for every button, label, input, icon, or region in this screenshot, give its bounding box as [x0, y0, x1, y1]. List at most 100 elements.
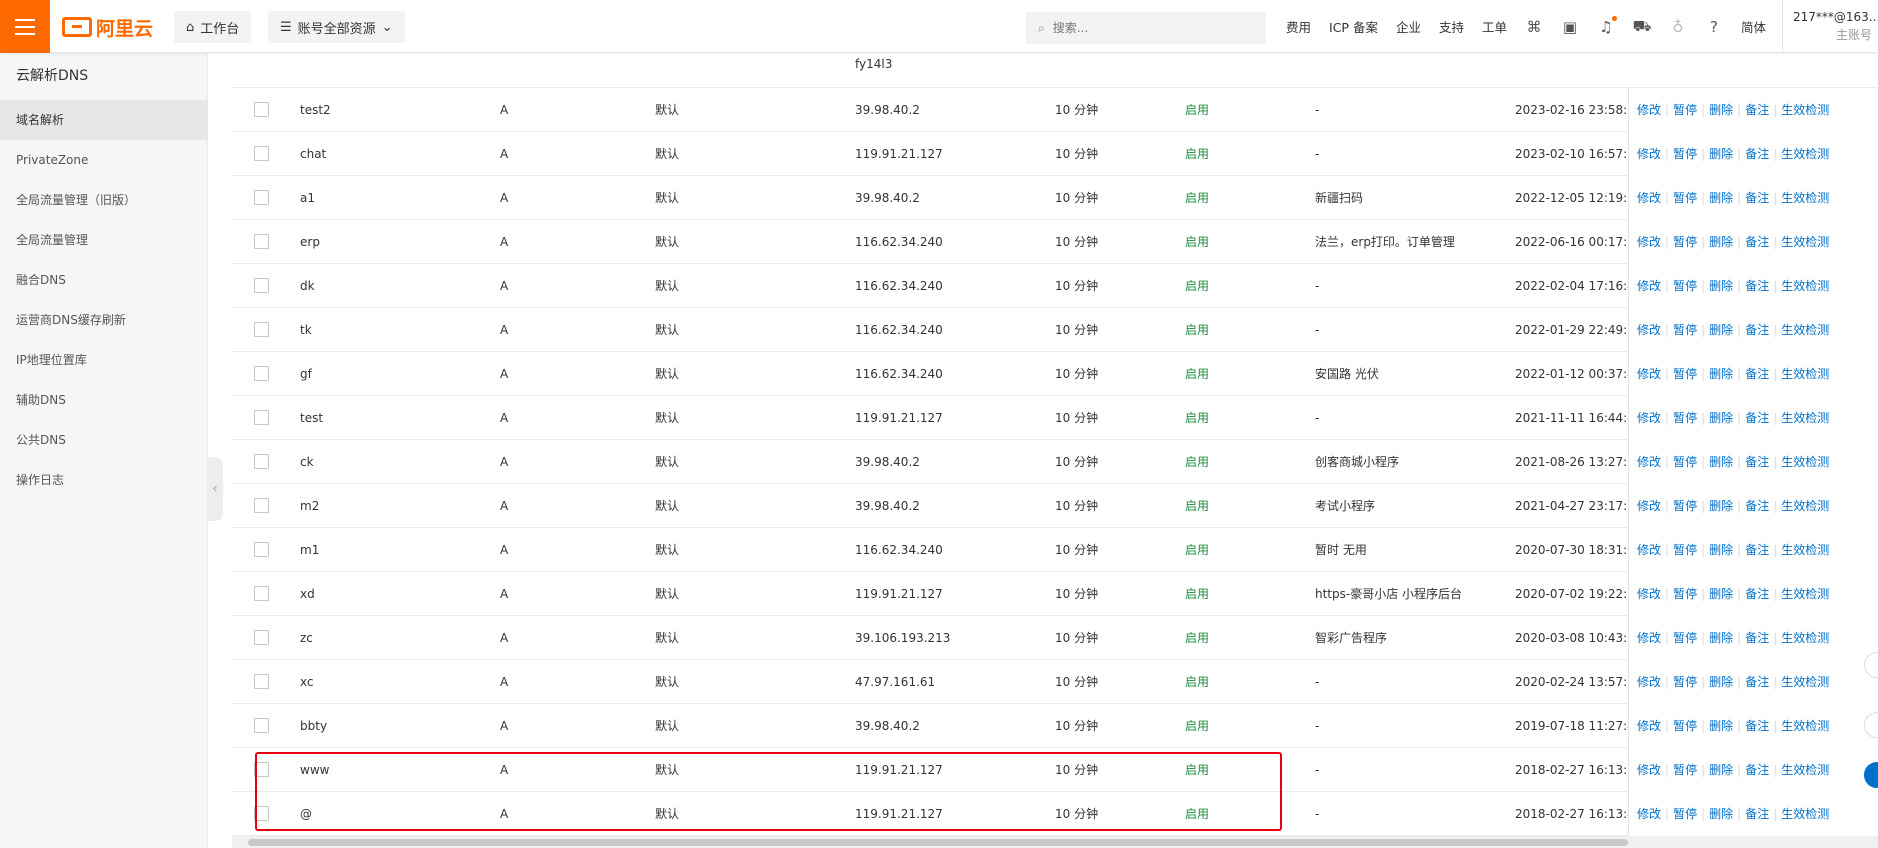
remark-button[interactable]: 备注: [1745, 411, 1769, 425]
edit-button[interactable]: 修改: [1637, 719, 1661, 733]
verify-button[interactable]: 生效检测: [1781, 191, 1829, 205]
pause-button[interactable]: 暂停: [1673, 499, 1697, 513]
menu-icon[interactable]: [0, 0, 50, 53]
pause-button[interactable]: 暂停: [1673, 279, 1697, 293]
search-input[interactable]: [1052, 21, 1233, 35]
nav-enterprise[interactable]: 企业: [1396, 17, 1421, 36]
row-checkbox[interactable]: [254, 498, 269, 513]
row-checkbox[interactable]: [254, 410, 269, 425]
bulb-icon[interactable]: ♁: [1669, 18, 1687, 36]
delete-button[interactable]: 删除: [1709, 543, 1733, 557]
verify-button[interactable]: 生效检测: [1781, 103, 1829, 117]
edit-button[interactable]: 修改: [1637, 147, 1661, 161]
remark-button[interactable]: 备注: [1745, 763, 1769, 777]
delete-button[interactable]: 删除: [1709, 103, 1733, 117]
nav-ticket[interactable]: 工单: [1482, 17, 1507, 36]
row-checkbox[interactable]: [254, 454, 269, 469]
cart-icon[interactable]: ⛟: [1633, 17, 1652, 36]
delete-button[interactable]: 删除: [1709, 499, 1733, 513]
edit-button[interactable]: 修改: [1637, 323, 1661, 337]
delete-button[interactable]: 删除: [1709, 631, 1733, 645]
pause-button[interactable]: 暂停: [1673, 367, 1697, 381]
delete-button[interactable]: 删除: [1709, 807, 1733, 821]
verify-button[interactable]: 生效检测: [1781, 631, 1829, 645]
row-checkbox[interactable]: [254, 234, 269, 249]
pause-button[interactable]: 暂停: [1673, 719, 1697, 733]
remark-button[interactable]: 备注: [1745, 235, 1769, 249]
row-checkbox[interactable]: [254, 146, 269, 161]
edit-button[interactable]: 修改: [1637, 807, 1661, 821]
sidebar-item-isp-cache-refresh[interactable]: 运营商DNS缓存刷新: [0, 300, 207, 340]
verify-button[interactable]: 生效检测: [1781, 279, 1829, 293]
edit-button[interactable]: 修改: [1637, 455, 1661, 469]
horizontal-scrollbar[interactable]: [232, 836, 1878, 848]
resource-selector[interactable]: ☰ 账号全部资源 ⌄: [268, 11, 405, 43]
row-checkbox[interactable]: [254, 366, 269, 381]
sidebar-item-ip-geo[interactable]: IP地理位置库: [0, 340, 207, 380]
remark-button[interactable]: 备注: [1745, 455, 1769, 469]
remark-button[interactable]: 备注: [1745, 103, 1769, 117]
sidebar-item-privatezone[interactable]: PrivateZone: [0, 140, 207, 180]
delete-button[interactable]: 删除: [1709, 279, 1733, 293]
delete-button[interactable]: 删除: [1709, 367, 1733, 381]
nav-fee[interactable]: 费用: [1286, 17, 1311, 36]
remark-button[interactable]: 备注: [1745, 587, 1769, 601]
row-checkbox[interactable]: [254, 278, 269, 293]
pause-button[interactable]: 暂停: [1673, 807, 1697, 821]
delete-button[interactable]: 删除: [1709, 455, 1733, 469]
delete-button[interactable]: 删除: [1709, 323, 1733, 337]
remark-button[interactable]: 备注: [1745, 543, 1769, 557]
remark-button[interactable]: 备注: [1745, 719, 1769, 733]
code-icon[interactable]: ⌘: [1525, 18, 1543, 36]
pause-button[interactable]: 暂停: [1673, 455, 1697, 469]
nav-support[interactable]: 支持: [1439, 17, 1464, 36]
pause-button[interactable]: 暂停: [1673, 147, 1697, 161]
verify-button[interactable]: 生效检测: [1781, 147, 1829, 161]
row-checkbox[interactable]: [254, 102, 269, 117]
pause-button[interactable]: 暂停: [1673, 235, 1697, 249]
delete-button[interactable]: 删除: [1709, 763, 1733, 777]
remark-button[interactable]: 备注: [1745, 367, 1769, 381]
row-checkbox[interactable]: [254, 806, 269, 821]
edit-button[interactable]: 修改: [1637, 499, 1661, 513]
edit-button[interactable]: 修改: [1637, 411, 1661, 425]
sidebar-item-gtm[interactable]: 全局流量管理: [0, 220, 207, 260]
remark-button[interactable]: 备注: [1745, 147, 1769, 161]
verify-button[interactable]: 生效检测: [1781, 235, 1829, 249]
delete-button[interactable]: 删除: [1709, 675, 1733, 689]
lang-switch[interactable]: 简体: [1741, 17, 1766, 36]
delete-button[interactable]: 删除: [1709, 191, 1733, 205]
verify-button[interactable]: 生效检测: [1781, 543, 1829, 557]
edit-button[interactable]: 修改: [1637, 191, 1661, 205]
sidebar-item-domain-resolution[interactable]: 域名解析: [0, 100, 207, 140]
edit-button[interactable]: 修改: [1637, 367, 1661, 381]
search-box[interactable]: ⌕: [1026, 12, 1266, 44]
verify-button[interactable]: 生效检测: [1781, 367, 1829, 381]
verify-button[interactable]: 生效检测: [1781, 719, 1829, 733]
row-checkbox[interactable]: [254, 762, 269, 777]
remark-button[interactable]: 备注: [1745, 279, 1769, 293]
pause-button[interactable]: 暂停: [1673, 631, 1697, 645]
remark-button[interactable]: 备注: [1745, 675, 1769, 689]
delete-button[interactable]: 删除: [1709, 411, 1733, 425]
edit-button[interactable]: 修改: [1637, 103, 1661, 117]
row-checkbox[interactable]: [254, 718, 269, 733]
remark-button[interactable]: 备注: [1745, 631, 1769, 645]
scrollbar-thumb[interactable]: [248, 839, 1628, 846]
remark-button[interactable]: 备注: [1745, 499, 1769, 513]
row-checkbox[interactable]: [254, 674, 269, 689]
brand-logo[interactable]: 阿里云: [62, 14, 153, 40]
pause-button[interactable]: 暂停: [1673, 543, 1697, 557]
verify-button[interactable]: 生效检测: [1781, 323, 1829, 337]
row-checkbox[interactable]: [254, 586, 269, 601]
verify-button[interactable]: 生效检测: [1781, 587, 1829, 601]
edit-button[interactable]: 修改: [1637, 675, 1661, 689]
edit-button[interactable]: 修改: [1637, 763, 1661, 777]
workbench-button[interactable]: ⌂ 工作台: [174, 11, 252, 43]
account-menu[interactable]: 217***@163.... 主账号: [1782, 0, 1878, 53]
terminal-icon[interactable]: ▣: [1561, 18, 1579, 36]
edit-button[interactable]: 修改: [1637, 587, 1661, 601]
edit-button[interactable]: 修改: [1637, 631, 1661, 645]
sidebar-item-operation-log[interactable]: 操作日志: [0, 460, 207, 500]
pause-button[interactable]: 暂停: [1673, 675, 1697, 689]
